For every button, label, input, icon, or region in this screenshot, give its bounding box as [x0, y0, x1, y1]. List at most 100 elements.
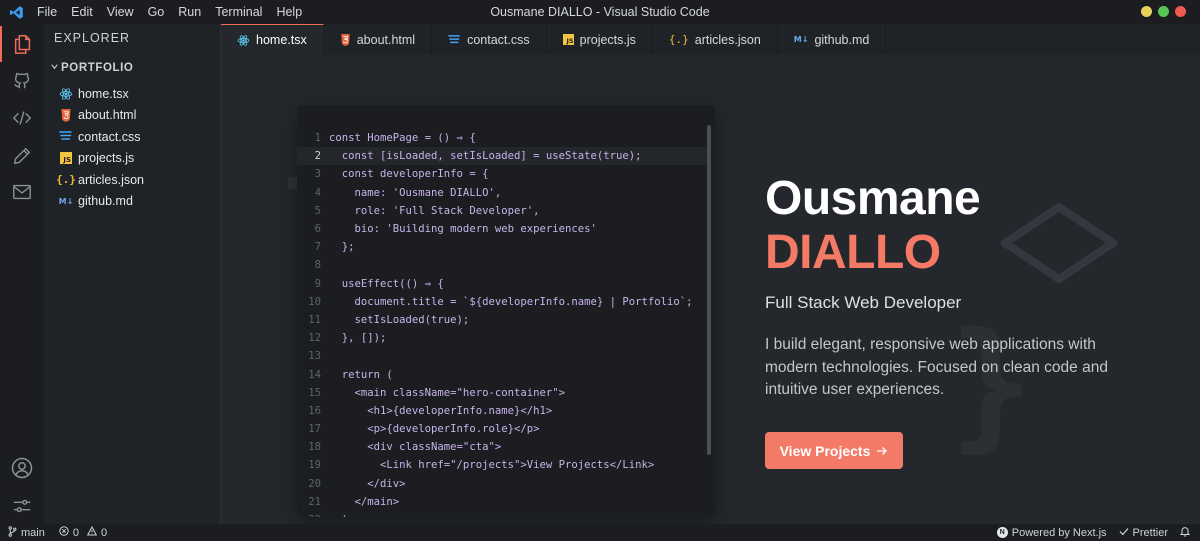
- file-articles-json[interactable]: {.} articles.json: [56, 169, 144, 191]
- code-line: 1 const HomePage = () ⇒ {: [297, 129, 707, 147]
- file-home-tsx[interactable]: home.tsx: [58, 83, 144, 105]
- line-number: 7: [314, 241, 321, 254]
- code-scrollbar[interactable]: [707, 125, 711, 455]
- tab-home-tsx[interactable]: home.tsx: [221, 24, 324, 55]
- line-number: 9: [314, 277, 321, 290]
- file-projects-js[interactable]: JS projects.js: [58, 148, 144, 170]
- code-icon[interactable]: [0, 100, 44, 136]
- code-text: const HomePage = () ⇒ {: [329, 132, 476, 145]
- code-text: return (: [329, 368, 393, 381]
- menu-file[interactable]: File: [30, 0, 64, 24]
- markdown-icon: M↓: [58, 196, 74, 206]
- tab-about-html[interactable]: about.html: [324, 24, 433, 55]
- tab-github-md[interactable]: M↓ github.md: [778, 24, 887, 55]
- code-line: 13: [297, 347, 707, 365]
- code-line: 14 return (: [297, 365, 707, 383]
- account-icon[interactable]: [0, 450, 44, 486]
- close-button[interactable]: [1175, 6, 1186, 17]
- html-icon: [58, 107, 74, 123]
- line-number: 11: [308, 313, 321, 326]
- folder-portfolio[interactable]: PORTFOLIO: [50, 62, 133, 74]
- file-label: home.tsx: [78, 86, 129, 101]
- vscode-logo-icon: [6, 2, 26, 22]
- decorative-diamond-icon: [1001, 203, 1117, 283]
- line-number: 3: [314, 168, 321, 181]
- menu-view[interactable]: View: [100, 0, 141, 24]
- code-line: 19 <Link href="/projects">View Projects<…: [297, 456, 707, 474]
- code-text: <p>{developerInfo.role}</p>: [329, 423, 540, 436]
- line-number: 1: [314, 132, 321, 145]
- tab-projects-js[interactable]: JS projects.js: [547, 24, 653, 55]
- code-text: );: [329, 514, 355, 517]
- tab-label: about.html: [356, 32, 416, 47]
- code-text: const [isLoaded, setIsLoaded] = useState…: [329, 150, 642, 163]
- code-text: document.title = `${developerInfo.name} …: [329, 295, 693, 308]
- file-about-html[interactable]: about.html: [58, 105, 144, 127]
- json-icon: {.}: [56, 173, 76, 187]
- code-line: 22 );: [297, 511, 707, 517]
- menu-help[interactable]: Help: [269, 0, 309, 24]
- line-number: 17: [308, 423, 321, 436]
- line-number: 4: [314, 186, 321, 199]
- code-text: <Link href="/projects">View Projects</Li…: [329, 459, 655, 472]
- branch-name: main: [21, 526, 45, 539]
- chevron-down-icon: [50, 62, 59, 74]
- view-projects-button[interactable]: View Projects: [765, 432, 903, 469]
- tab-contact-css[interactable]: contact.css: [432, 24, 547, 55]
- line-number: 6: [314, 223, 321, 236]
- line-number: 13: [308, 350, 321, 363]
- github-icon[interactable]: [0, 62, 44, 98]
- css-icon: [58, 129, 74, 145]
- file-tree: home.tsx about.html contact.css JS proje…: [56, 83, 144, 213]
- menu-go[interactable]: Go: [141, 0, 172, 24]
- explorer-title: EXPLORER: [54, 31, 131, 45]
- explorer-icon[interactable]: [0, 26, 44, 62]
- line-number: 5: [314, 204, 321, 217]
- code-line: 6 bio: 'Building modern web experiences': [297, 220, 707, 238]
- pencil-icon[interactable]: [0, 138, 44, 174]
- powered-label: Powered by Next.js: [1011, 526, 1107, 539]
- code-line: 8: [297, 256, 707, 274]
- file-label: projects.js: [78, 151, 135, 166]
- react-icon: [237, 34, 250, 47]
- js-icon: JS: [562, 34, 574, 45]
- folder-label: PORTFOLIO: [61, 62, 134, 74]
- hero-last-name: DIALLO: [765, 226, 941, 279]
- line-number: 14: [308, 368, 321, 381]
- menu-edit[interactable]: Edit: [64, 0, 100, 24]
- menu-run[interactable]: Run: [171, 0, 208, 24]
- maximize-button[interactable]: [1158, 6, 1169, 17]
- file-contact-css[interactable]: contact.css: [58, 126, 144, 148]
- tab-label: contact.css: [467, 32, 530, 47]
- markdown-icon: M↓: [793, 35, 809, 44]
- prettier-indicator[interactable]: Prettier: [1119, 527, 1168, 539]
- title-bar: File Edit View Go Run Terminal Help Ousm…: [0, 0, 1200, 24]
- settings-sliders-icon[interactable]: [0, 488, 44, 524]
- window-controls: [1141, 6, 1186, 17]
- minimize-button[interactable]: [1141, 6, 1152, 17]
- code-line: 9 useEffect(() ⇒ {: [297, 275, 707, 293]
- code-text: </main>: [329, 495, 400, 508]
- code-text: useEffect(() ⇒ {: [329, 277, 444, 290]
- status-bar: main 0 0 N Powered by Next.js Prettier: [0, 524, 1200, 541]
- file-github-md[interactable]: M↓ github.md: [58, 191, 144, 213]
- code-line: 21 </main>: [297, 493, 707, 511]
- problems-indicator[interactable]: 0 0: [59, 525, 107, 539]
- code-text: <main className="hero-container">: [329, 386, 566, 399]
- powered-by-nextjs[interactable]: N Powered by Next.js: [996, 526, 1107, 539]
- arrow-right-icon: [876, 443, 888, 459]
- line-number: 19: [308, 459, 321, 472]
- code-line: 7 };: [297, 238, 707, 256]
- menu-terminal[interactable]: Terminal: [208, 0, 269, 24]
- tab-articles-json[interactable]: {.} articles.json: [653, 24, 778, 55]
- editor-area: { } 1const HomePage = () ⇒ {2 const [isL…: [221, 55, 1200, 524]
- bell-icon: [1179, 526, 1191, 540]
- mail-icon[interactable]: [0, 174, 44, 210]
- branch-indicator[interactable]: main: [8, 525, 45, 540]
- tab-label: articles.json: [694, 32, 761, 47]
- file-label: github.md: [78, 194, 133, 209]
- line-number: 22: [297, 514, 329, 517]
- notifications-bell[interactable]: [1179, 526, 1191, 540]
- code-text: setIsLoaded(true);: [329, 313, 470, 326]
- react-icon: [58, 86, 74, 102]
